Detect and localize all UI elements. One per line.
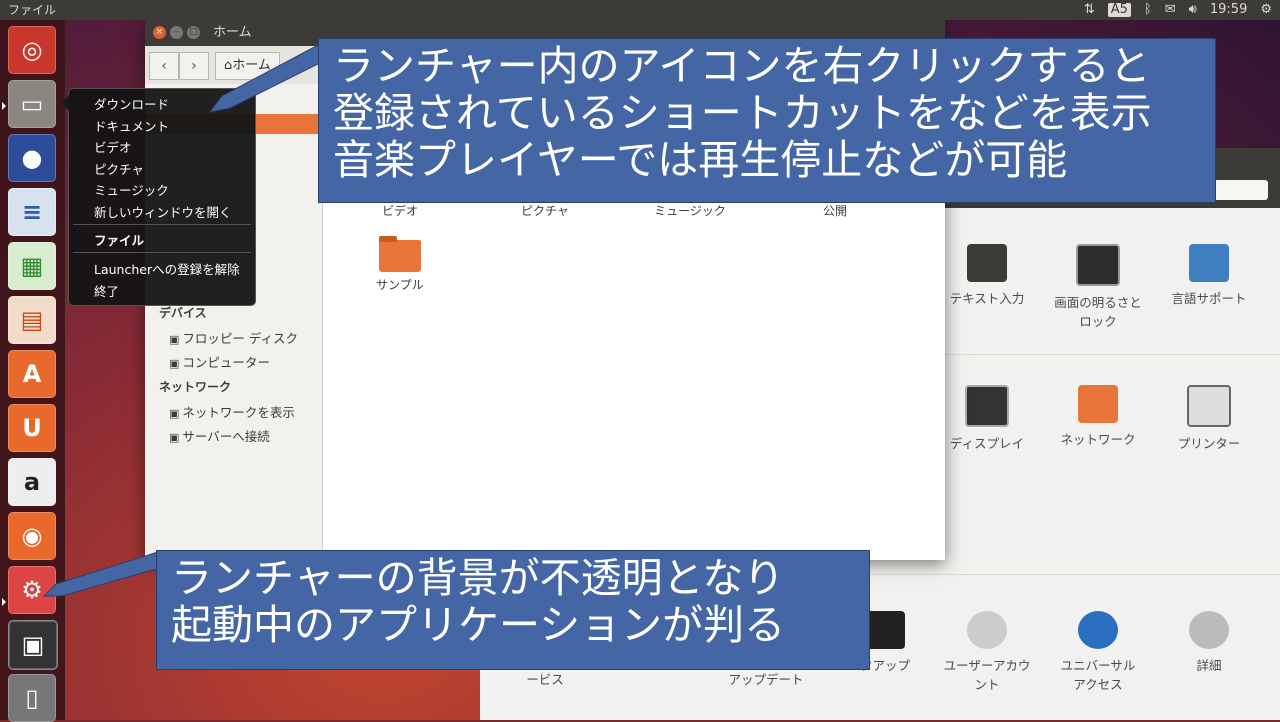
callout-quicklist: ランチャー内のアイコンを右クリックすると 登録されているショートカットをなどを表… [318, 38, 1216, 203]
callout-line: ランチャー内のアイコンを右クリックすると [333, 42, 1151, 90]
callout-line: 起動中のアプリケーションが判る [171, 601, 786, 649]
callout-line: 登録されているショートカットをなどを表示 [333, 89, 1152, 137]
callout-launcher: ランチャーの背景が不透明となり 起動中のアプリケーションが判る [156, 550, 870, 670]
arrow-to-quicklist [208, 43, 331, 113]
arrow-to-launcher [42, 551, 167, 597]
callout-line: ランチャーの背景が不透明となり [171, 554, 785, 602]
callout-line: 音楽プレイヤーでは再生停止などが可能 [333, 136, 1068, 184]
